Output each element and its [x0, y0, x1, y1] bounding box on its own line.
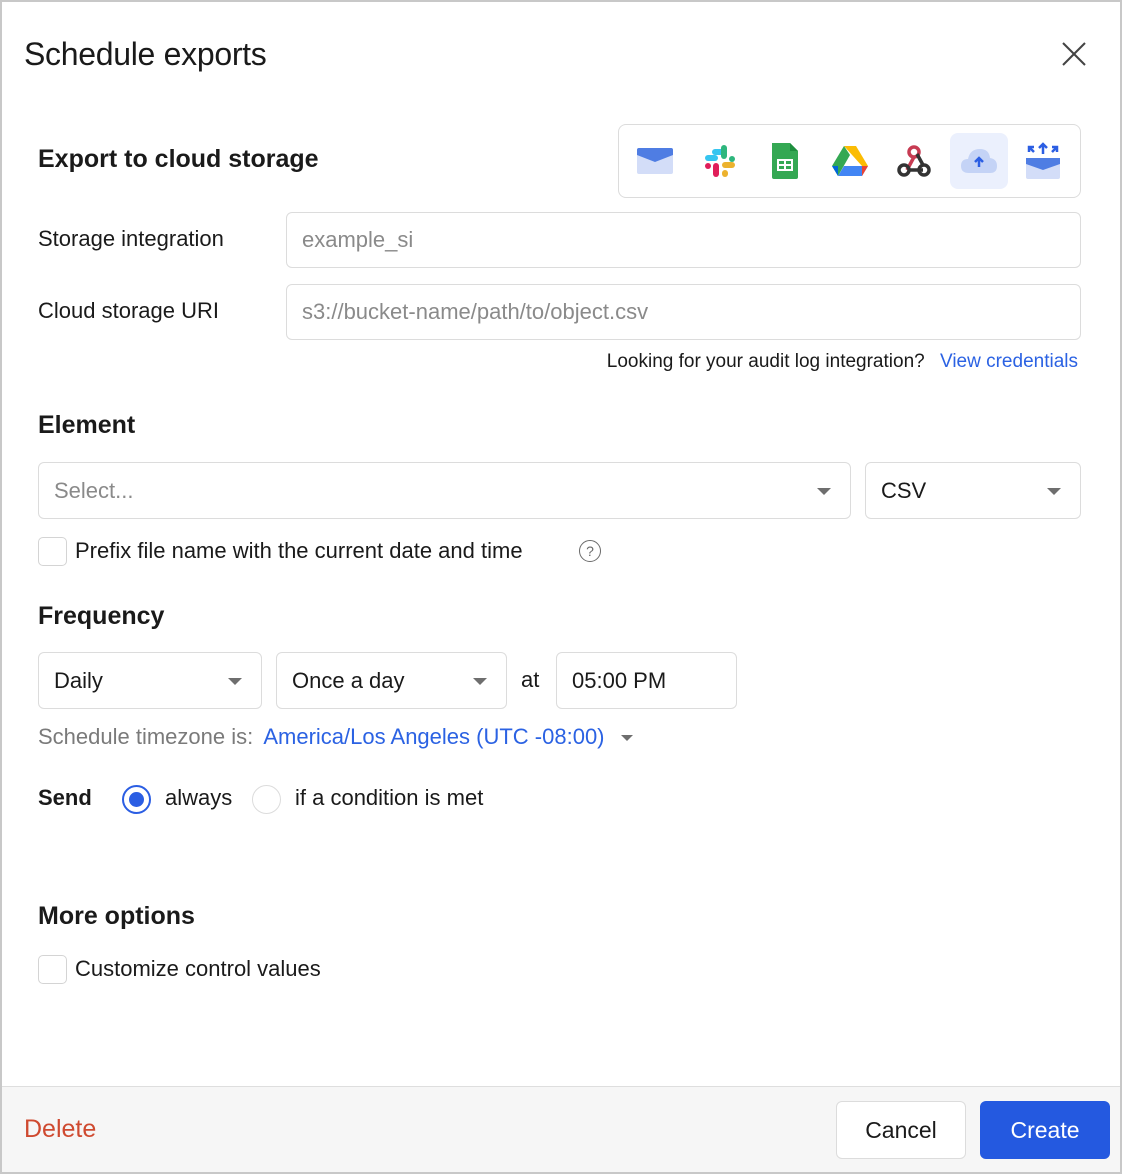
webhook-icon: [897, 145, 931, 177]
section-heading-more-options: More options: [38, 902, 195, 930]
delete-button[interactable]: Delete: [24, 1115, 96, 1144]
customize-control-values-label: Customize control values: [75, 956, 321, 981]
chevron-down-icon: [228, 678, 242, 685]
destination-export-button[interactable]: [1014, 133, 1072, 189]
section-heading-element: Element: [38, 411, 136, 439]
timezone-row: Schedule timezone is: America/Los Angele…: [38, 724, 633, 750]
destination-webhook-button[interactable]: [885, 133, 943, 189]
destination-google-sheets-button[interactable]: [756, 133, 814, 189]
export-tray-icon: [1026, 142, 1060, 179]
at-label: at: [521, 667, 540, 692]
cloud-storage-uri-input[interactable]: s3://bucket-name/path/to/object.csv: [286, 284, 1081, 340]
prefix-date-label: Prefix file name with the current date a…: [75, 538, 523, 563]
section-heading-frequency: Frequency: [38, 602, 165, 630]
slack-icon: [705, 145, 735, 177]
cancel-button[interactable]: Cancel: [836, 1101, 966, 1159]
chevron-down-icon: [1047, 488, 1061, 495]
times-per-day-select[interactable]: Once a day: [276, 652, 507, 709]
cloud-storage-uri-label: Cloud storage URI: [38, 298, 219, 323]
timezone-label: Schedule timezone is:: [38, 724, 254, 749]
storage-integration-input[interactable]: example_si: [286, 212, 1081, 268]
time-input[interactable]: 05:00 PM: [556, 652, 737, 709]
help-icon[interactable]: ?: [579, 540, 601, 562]
close-button[interactable]: [1057, 37, 1091, 71]
google-sheets-icon: [772, 143, 798, 179]
destination-cloud-storage-button[interactable]: [950, 133, 1008, 189]
destination-email-button[interactable]: [626, 133, 684, 189]
send-condition-label: if a condition is met: [295, 785, 484, 810]
storage-integration-label: Storage integration: [38, 226, 224, 251]
audit-hint-row: Looking for your audit log integration? …: [607, 351, 1078, 373]
destination-google-drive-button[interactable]: [821, 133, 879, 189]
send-label: Send: [38, 785, 92, 810]
format-select[interactable]: CSV: [865, 462, 1081, 519]
audit-hint-text: Looking for your audit log integration?: [606, 351, 925, 372]
timezone-chevron-down-icon[interactable]: [620, 735, 633, 742]
element-select-value: Select...: [54, 477, 134, 503]
dialog-footer: Delete Cancel Create: [2, 1086, 1120, 1172]
period-select[interactable]: Daily: [38, 652, 262, 709]
element-select[interactable]: Select...: [38, 462, 851, 519]
send-always-label: always: [165, 785, 233, 810]
format-select-value: CSV: [881, 477, 927, 503]
view-credentials-link[interactable]: View credentials: [940, 351, 1078, 372]
schedule-exports-dialog: Schedule exports Export to cloud storage: [0, 0, 1122, 1174]
google-drive-icon: [832, 146, 868, 176]
chevron-down-icon: [817, 488, 831, 495]
customize-control-values-checkbox[interactable]: [38, 955, 67, 984]
chevron-down-icon: [473, 678, 487, 685]
close-icon: [1062, 42, 1086, 66]
period-select-value: Daily: [54, 667, 103, 693]
email-icon: [637, 148, 673, 174]
send-condition-radio[interactable]: [252, 785, 281, 814]
dialog-title: Schedule exports: [24, 36, 267, 72]
cloud-upload-icon: [961, 149, 997, 173]
send-always-radio[interactable]: [122, 785, 151, 814]
timezone-link[interactable]: America/Los Angeles (UTC -08:00): [263, 724, 604, 749]
prefix-date-checkbox[interactable]: [38, 537, 67, 566]
times-per-day-value: Once a day: [292, 667, 405, 693]
destination-picker: [618, 124, 1081, 198]
section-heading-destination: Export to cloud storage: [38, 145, 319, 173]
destination-slack-button[interactable]: [691, 133, 749, 189]
create-button[interactable]: Create: [980, 1101, 1110, 1159]
